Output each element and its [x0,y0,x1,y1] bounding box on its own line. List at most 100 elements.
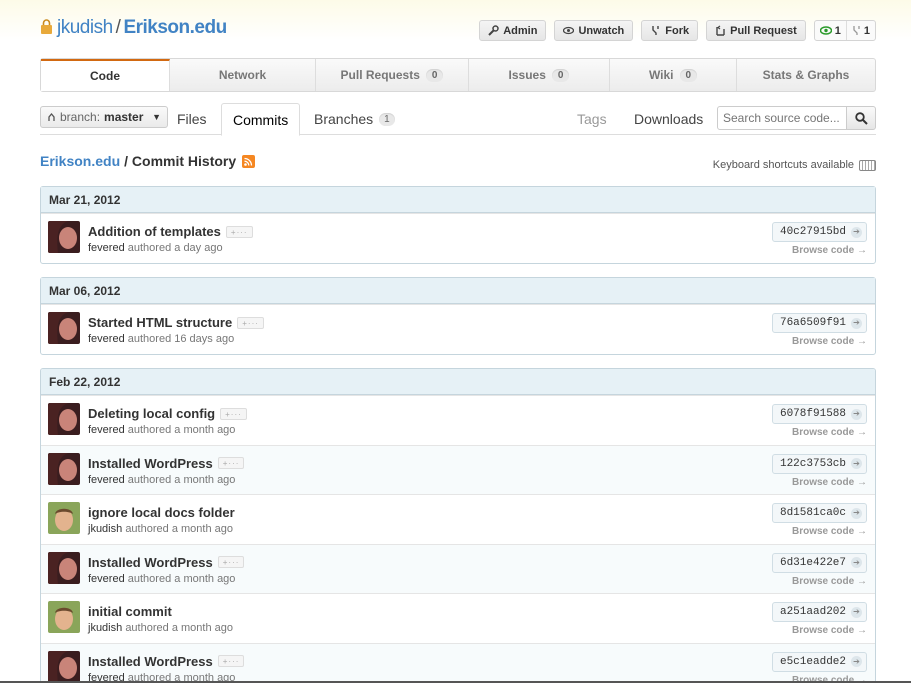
commit-message[interactable]: Addition of templates +··· [88,224,253,239]
arrow-right-icon: ➔ [851,458,862,469]
browse-code-link[interactable]: Browse code → [792,625,867,636]
repo-name-link[interactable]: Erikson.edu [123,17,227,38]
commit-group-date: Mar 06, 2012 [41,278,875,304]
browse-code-link[interactable]: Browse code → [792,245,867,256]
commit-author[interactable]: fevered [88,333,125,345]
search-input[interactable] [717,106,847,130]
branches-count: 1 [379,112,395,126]
commit-message-text: Addition of templates [88,224,221,239]
expand-button[interactable]: +··· [217,655,245,667]
expand-button[interactable]: +··· [237,316,264,329]
tab-stats-graphs[interactable]: Stats & Graphs [737,59,875,91]
tab-network[interactable]: Network [170,59,316,91]
commit-row: Deleting local config +··· fevered author… [41,395,875,445]
commit-sha-button[interactable]: 76a6509f91 ➔ [771,313,867,333]
commit-sha-button[interactable]: 6d31e422e7 ➔ [771,552,867,573]
commit-row: Installed WordPress +··· fevered authored… [41,642,875,683]
commit-author[interactable]: jkudish [88,523,122,535]
expand-button[interactable]: +··· [220,407,247,420]
commit-sha-button[interactable]: 40c27915bd ➔ [771,222,867,242]
browse-code-link[interactable]: Browse code → [792,576,867,587]
commit-message[interactable]: ignore local docs folder [88,505,235,520]
commit-author[interactable]: fevered [88,424,125,436]
keyboard-shortcuts-note[interactable]: Keyboard shortcuts available [713,159,876,171]
commit-author[interactable]: fevered [88,474,125,486]
commit-message[interactable]: Started HTML structure +··· [88,315,264,330]
eye-icon [563,26,575,35]
commit-message-text: Installed WordPress [88,455,213,471]
fork-button[interactable]: Fork [641,20,699,41]
avatar[interactable] [48,502,80,534]
commit-message[interactable]: Installed WordPress +··· [88,455,245,471]
commit-message[interactable]: initial commit [88,604,172,619]
tab-code[interactable]: Code [41,59,170,91]
search-button[interactable] [846,106,876,130]
subtab-downloads[interactable]: Downloads [634,103,703,135]
browse-code-label: Browse code [791,427,855,438]
repo-owner-link[interactable]: jkudish [57,17,113,38]
commit-row: initial commit jkudish authored a month … [41,593,875,643]
avatar[interactable] [48,551,80,584]
subtab-downloads-label: Downloads [634,111,704,127]
pull-request-button[interactable]: Pull Request [706,20,806,41]
tab-wiki-label: Wiki [648,68,674,82]
commit-message-text: initial commit [88,604,172,619]
unwatch-button[interactable]: Unwatch [554,20,634,41]
watchers-counter[interactable]: 1 [815,21,846,40]
browse-code-link[interactable]: Browse code → [792,526,867,537]
expand-button[interactable]: +··· [225,225,253,238]
avatar[interactable] [48,403,80,435]
commit-time: a month ago [171,523,233,535]
code-subnav: branch: master ▼ Files Commits Branches … [40,103,876,136]
commit-message-text: Deleting local config [88,406,216,421]
rss-icon[interactable] [242,154,256,168]
browse-code-link[interactable]: Browse code → [792,427,867,438]
commit-sha-button[interactable]: 8d1581ca0c ➔ [771,503,867,523]
branch-selector[interactable]: branch: master ▼ [40,106,168,128]
commit-message[interactable]: Installed WordPress +··· [88,653,245,669]
commit-sha-button[interactable]: 6078f91588 ➔ [771,404,867,424]
arrow-right-icon: ➔ [851,557,862,568]
commit-message[interactable]: Deleting local config +··· [88,406,247,421]
commit-sha-button[interactable]: e5c1eadde2 ➔ [771,651,867,672]
browse-code-link[interactable]: Browse code → [792,336,867,347]
subtab-branches[interactable]: Branches 1 [314,103,395,135]
watchers-count: 1 [834,24,841,37]
expand-button[interactable]: +··· [217,457,245,469]
commit-message[interactable]: Installed WordPress +··· [88,555,245,570]
tab-pull-requests[interactable]: Pull Requests 0 [316,59,469,91]
fork-label: Fork [665,24,690,37]
repo-separator: / [115,17,121,38]
avatar[interactable] [48,452,80,485]
commit-sha: 8d1581ca0c [779,507,846,519]
browse-code-label: Browse code [791,245,855,256]
commit-author[interactable]: fevered [88,573,125,585]
commit-message-text: Installed WordPress [88,653,213,669]
commit-row: Addition of templates +··· fevered author… [41,213,875,263]
subtab-tags[interactable]: Tags [577,103,607,135]
commit-meta: fevered authored a month ago [88,573,235,585]
avatar[interactable] [48,650,80,683]
repo-link[interactable]: Erikson.edu [40,153,120,169]
commit-sha: 76a6509f91 [779,317,846,329]
forks-counter[interactable]: 1 [845,21,875,40]
commit-group-date: Mar 21, 2012 [41,187,875,213]
avatar[interactable] [48,601,80,633]
tab-wiki[interactable]: Wiki 0 [610,59,737,91]
authored-label: authored [125,622,169,634]
admin-button[interactable]: Admin [479,20,547,41]
browse-code-link[interactable]: Browse code → [792,477,867,488]
avatar[interactable] [48,312,80,344]
commit-sha-button[interactable]: a251aad202 ➔ [771,602,867,622]
avatar[interactable] [48,221,80,253]
subtab-commits[interactable]: Commits [221,103,301,136]
commit-author[interactable]: fevered [88,242,125,254]
arrow-right-icon: ➔ [851,408,862,420]
commit-sha-button[interactable]: 122c3753cb ➔ [771,453,867,474]
wrench-icon [488,25,499,36]
expand-button[interactable]: +··· [217,556,245,568]
subtab-files[interactable]: Files [177,103,207,135]
commit-author[interactable]: jkudish [88,622,122,634]
commit-time: a month ago [174,424,236,436]
tab-issues[interactable]: Issues 0 [469,59,610,91]
